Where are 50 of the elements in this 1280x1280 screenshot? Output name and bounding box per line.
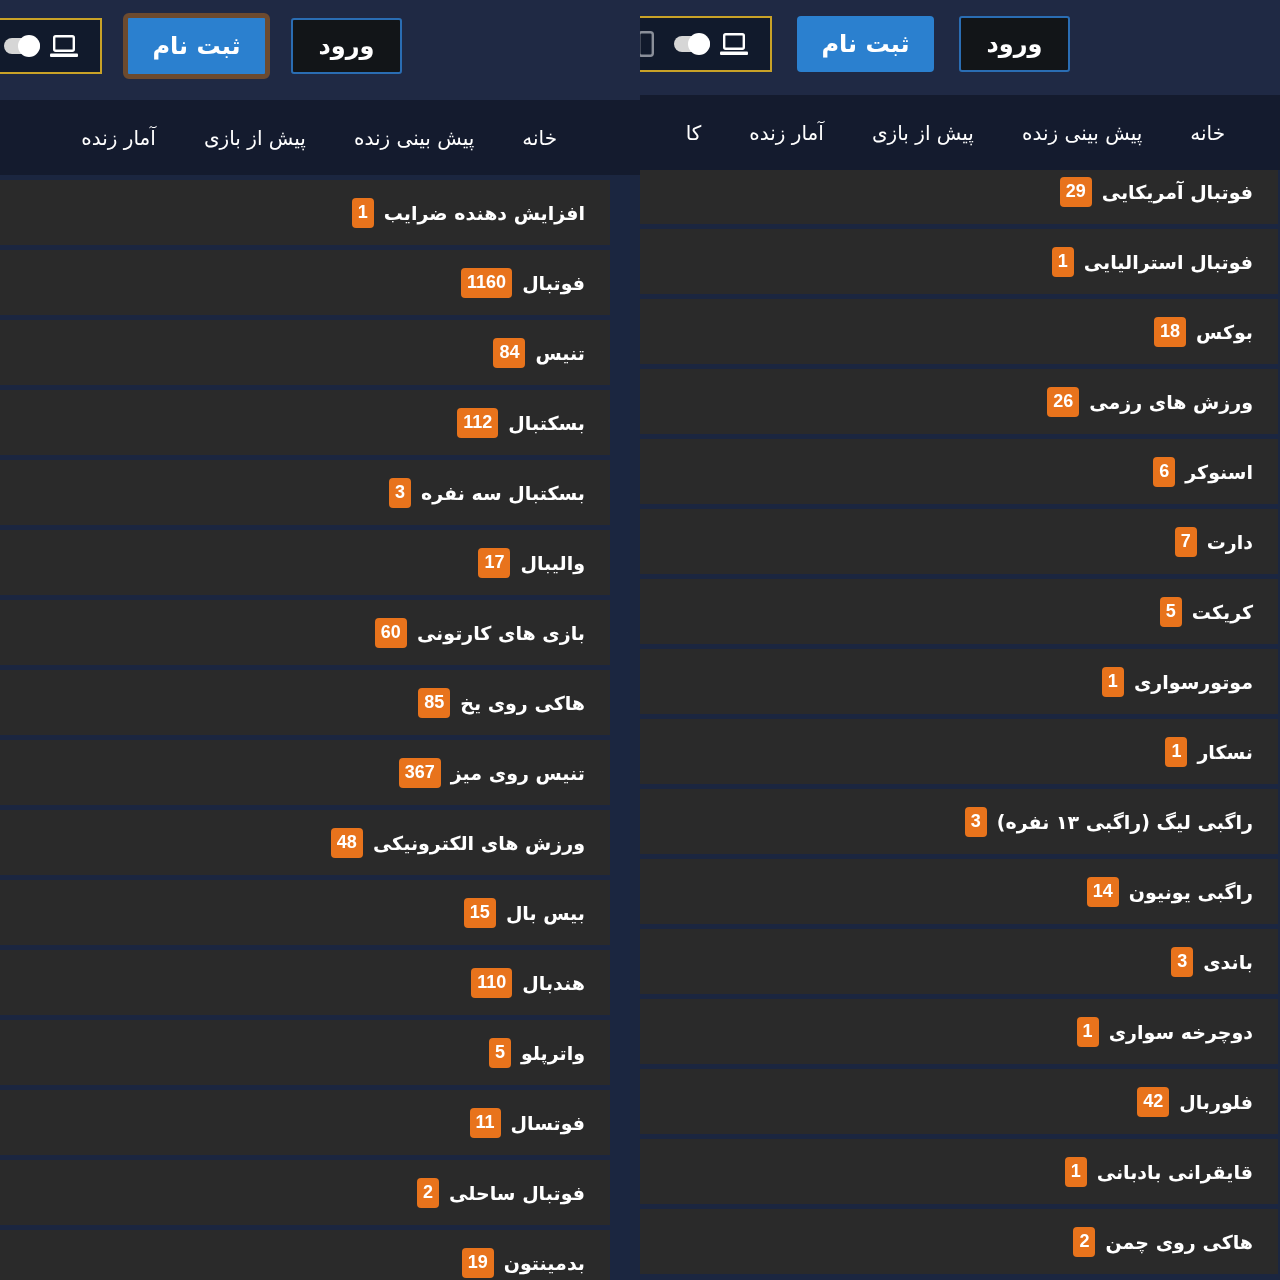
count-badge: 3 <box>1171 946 1194 977</box>
count-badge: 60 <box>374 617 407 648</box>
nav-link[interactable]: پیش بینی زنده <box>353 125 475 150</box>
nav-link[interactable]: پیش از بازی <box>203 125 306 150</box>
toggle-switch[interactable] <box>674 32 710 55</box>
count-badge: 367 <box>398 757 441 788</box>
nav-link[interactable]: خانه <box>1190 120 1225 145</box>
count-badge: 1 <box>351 197 374 228</box>
nav-link[interactable]: آمار زنده <box>81 125 156 150</box>
nav-link[interactable]: خانه <box>522 125 557 150</box>
count-badge: 1160 <box>461 267 513 298</box>
toggle-switch[interactable] <box>4 35 40 57</box>
count-badge: 110 <box>471 967 513 998</box>
count-badge: 7 <box>1174 526 1197 557</box>
nav-link[interactable]: پیش از بازی <box>871 120 974 145</box>
laptop-icon[interactable] <box>50 35 78 57</box>
count-badge: 6 <box>1153 456 1176 487</box>
count-badge: 1 <box>1165 736 1188 767</box>
count-badge: 5 <box>488 1037 511 1068</box>
count-badge: 11 <box>469 1107 501 1138</box>
nav-link[interactable]: آمار زنده <box>749 120 824 145</box>
count-badge: 2 <box>1073 1226 1096 1257</box>
nav-link[interactable]: پیش بینی زنده <box>1021 120 1143 145</box>
phone-icon[interactable] <box>640 30 654 57</box>
count-badge: 26 <box>1047 386 1080 417</box>
nav-link[interactable]: کا <box>685 120 702 145</box>
signup-button[interactable]: ثبت نام <box>797 15 934 72</box>
login-button[interactable]: ورود <box>959 15 1070 72</box>
count-badge: 29 <box>1059 176 1092 207</box>
count-badge: 2 <box>417 1177 440 1208</box>
count-badge: 17 <box>478 547 511 578</box>
count-badge: 48 <box>330 827 363 858</box>
count-badge: 14 <box>1086 876 1119 907</box>
count-badge: 18 <box>1154 316 1187 347</box>
count-badge: 1 <box>1101 666 1124 697</box>
count-badge: 1 <box>1076 1016 1099 1047</box>
count-badge: 42 <box>1137 1086 1170 1117</box>
count-badge: 15 <box>463 897 496 928</box>
signup-button[interactable]: ثبت نام <box>123 13 270 79</box>
count-badge: 19 <box>461 1247 494 1278</box>
count-badge: 1 <box>1051 246 1074 277</box>
laptop-icon[interactable] <box>720 32 748 55</box>
count-badge: 84 <box>493 337 526 368</box>
count-badge: 1 <box>1064 1156 1087 1187</box>
count-badge: 85 <box>418 687 451 718</box>
count-badge: 3 <box>964 806 987 837</box>
login-button[interactable]: ورود <box>291 18 402 74</box>
count-badge: 5 <box>1159 596 1182 627</box>
count-badge: 112 <box>457 407 499 438</box>
count-badge: 3 <box>389 477 412 508</box>
